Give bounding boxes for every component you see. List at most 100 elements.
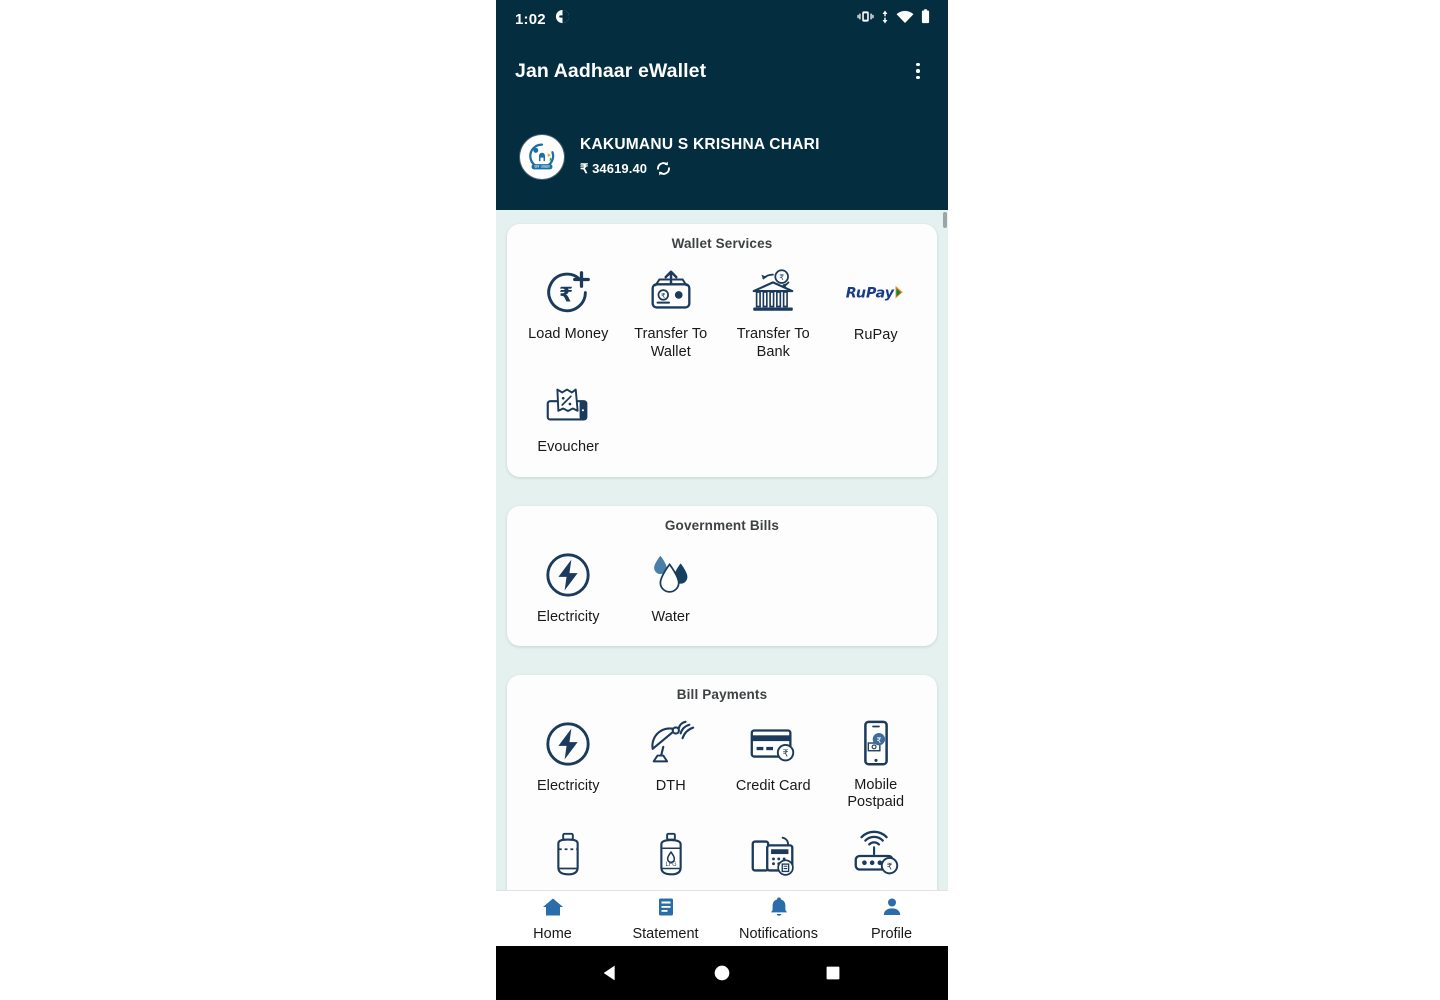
credit-card-icon: ₹ [724,716,823,772]
section-title-bill-payments: Bill Payments [676,686,768,702]
tile-lpg-gas[interactable]: LPG LPG Gas [620,824,723,890]
battery-icon [921,9,930,29]
bell-icon [767,895,791,924]
nav-item-statement[interactable]: Statement [609,895,722,942]
transfer-to-wallet-icon: ₹ [622,265,721,321]
svg-text:₹: ₹ [779,273,784,282]
landline-postpaid-icon [724,828,823,884]
status-bar: 1:02 [496,0,948,38]
tile-credit-card[interactable]: ₹ Credit Card [722,712,825,818]
svg-text:LPG: LPG [665,862,676,868]
broadband-postpaid-icon: ₹ [827,828,926,884]
electricity-icon [519,716,618,772]
card-government-bills: Government Bills Electricity Water [507,505,937,646]
android-navigation-bar [496,946,948,1000]
card-bill-payments: Bill Payments Electricity DTH ₹ Credit C… [507,674,937,890]
tile-landline-postpaid[interactable]: Landline Postpaid [722,824,825,890]
triangle-back-icon[interactable] [600,962,622,984]
svg-text:₹: ₹ [661,292,665,300]
svg-text:₹: ₹ [559,283,573,307]
statement-icon [654,895,678,924]
tile-dth[interactable]: DTH [620,712,723,818]
balance-row: ₹ 34619.40 [580,159,820,178]
tile-label: Gas [555,889,582,890]
tile-label: RuPay [853,327,898,343]
tile-broadband-postpaid[interactable]: ₹ Broadband Postpaid [825,824,928,890]
lpg-gas-icon: LPG [622,828,721,884]
water-icon [622,547,721,603]
rupay-logo-icon: RuPay [827,265,926,321]
profile-text: KAKUMANU S KRISHNA CHARI ₹ 34619.40 [558,136,820,178]
card-wallet-services: Wallet Services ₹ Load Money ₹ Transfer … [507,224,937,477]
tile-mobile-postpaid[interactable]: ₹ Mobile Postpaid [825,712,928,818]
square-recents-icon[interactable] [822,962,844,984]
mobile-postpaid-icon: ₹ [827,716,926,772]
wallet-balance: ₹ 34619.40 [580,160,648,176]
nav-label: Home [533,926,572,942]
tile-label: DTH [655,777,686,794]
person-icon [880,895,904,924]
svg-text:₹: ₹ [886,862,892,873]
tile-rupay[interactable]: RuPay RuPay [825,261,928,367]
status-bar-clock: 1:02 [515,10,546,28]
evoucher-icon [519,377,618,433]
bottom-navigation: Home Statement Notifications Profile [496,890,948,946]
scrollbar-thumb[interactable] [943,212,947,228]
tile-bill-electricity[interactable]: Electricity [517,712,620,818]
tile-label: Mobile Postpaid [847,776,905,811]
user-name: KAKUMANU S KRISHNA CHARI [580,136,820,153]
tile-load-money[interactable]: ₹ Load Money [517,261,620,367]
svg-text:RuPay: RuPay [846,285,895,301]
home-icon [541,895,565,924]
tile-label: Credit Card [735,777,811,794]
tile-label: Broadband Postpaid [827,889,926,890]
circle-home-icon[interactable] [711,962,733,984]
tile-label: Load Money [528,326,609,342]
content-scroll-area[interactable]: Wallet Services ₹ Load Money ₹ Transfer … [496,210,948,890]
nav-item-profile[interactable]: Profile [835,895,948,942]
do-not-disturb-icon [555,9,570,29]
tile-label: Transfer To Wallet [634,326,708,360]
profile-header[interactable]: जन आधार KAKUMANU S KRISHNA CHARI ₹ 34619… [496,104,948,210]
section-title-government-bills: Government Bills [664,517,780,533]
government-bills-grid: Electricity Water [517,543,927,632]
app-bar: Jan Aadhaar eWallet [496,38,948,104]
section-title-wallet-services: Wallet Services [671,236,773,251]
electricity-icon [519,547,618,603]
screenshot-root: 1:02 Jan Aadhaar eWallet जन आधार KAKUMAN… [0,0,1440,1000]
bill-payments-grid: Electricity DTH ₹ Credit Card ₹ Mobile P… [517,712,927,890]
tile-transfer-to-bank[interactable]: ₹ Transfer To Bank [722,261,825,367]
nav-item-notifications[interactable]: Notifications [722,895,835,942]
refresh-icon[interactable] [654,159,673,178]
tile-label: Water [651,608,690,625]
scrollbar[interactable] [943,210,948,890]
tile-label: Electricity [536,608,600,625]
nav-label: Profile [870,926,913,942]
data-transfer-icon [881,10,889,29]
tile-transfer-to-wallet[interactable]: ₹ Transfer To Wallet [620,261,723,367]
nav-label: Notifications [739,926,818,942]
svg-text:₹: ₹ [783,748,789,759]
tile-gov-electricity[interactable]: Electricity [517,543,620,632]
tile-gas[interactable]: Gas [517,824,620,890]
gas-cylinder-icon [519,828,618,884]
status-bar-right [857,9,930,29]
dth-satellite-icon [622,716,721,772]
transfer-to-bank-icon: ₹ [724,265,823,321]
tile-label: Transfer To Bank [736,326,810,360]
vibrate-icon [857,10,874,28]
tile-gov-water[interactable]: Water [620,543,723,632]
svg-text:जन आधार: जन आधार [534,164,550,169]
tile-label: LPG Gas [641,889,701,890]
wifi-icon [896,10,914,29]
tile-label: Evoucher [537,439,600,456]
status-bar-left: 1:02 [515,9,570,29]
nav-label: Statement [632,926,699,942]
tile-label: Landline Postpaid [724,889,823,890]
nav-item-home[interactable]: Home [496,895,609,942]
phone-screen: 1:02 Jan Aadhaar eWallet जन आधार KAKUMAN… [496,0,948,1000]
wallet-services-grid: ₹ Load Money ₹ Transfer To Wallet ₹ Tran… [517,261,927,463]
app-title: Jan Aadhaar eWallet [515,59,707,82]
tile-evoucher[interactable]: Evoucher [517,373,620,462]
overflow-menu-icon[interactable] [904,57,932,85]
